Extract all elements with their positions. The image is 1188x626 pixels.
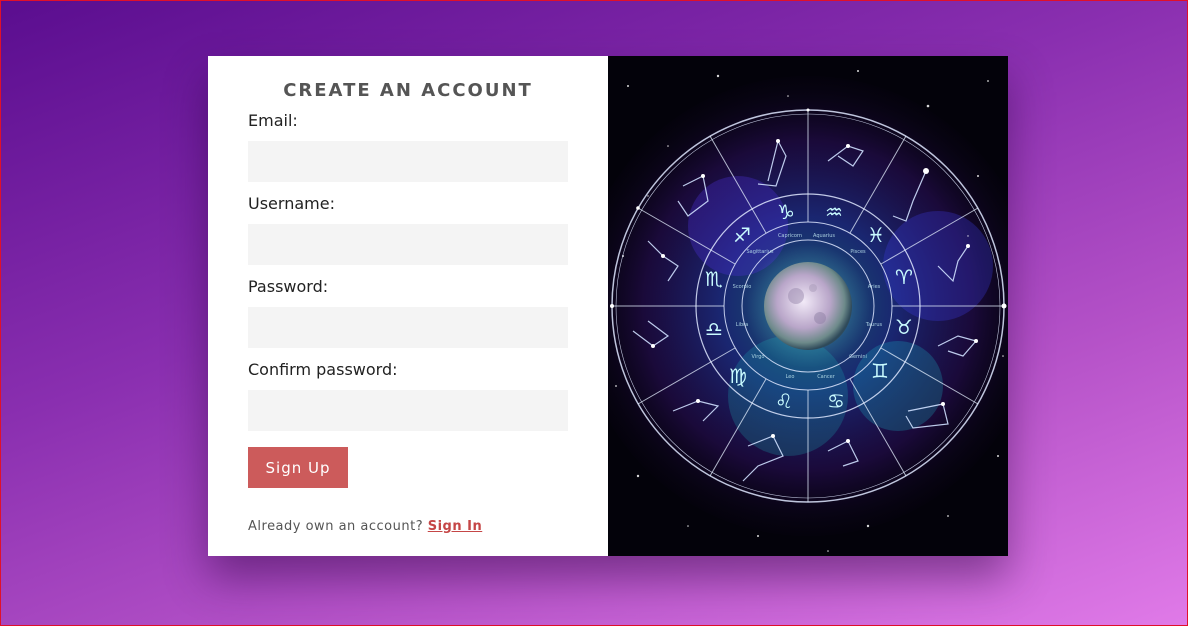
confirm-password-label: Confirm password: [248,360,398,379]
email-field[interactable] [248,141,568,182]
zodiac-wheel-image: ♑ ♒ ♓ ♈ ♉ ♊ ♋ ♌ ♍ ♎ ♏ ♐ Aquarius Caprico… [608,56,1008,556]
svg-text:♌: ♌ [775,389,793,413]
sign-up-button[interactable]: Sign Up [248,447,348,488]
svg-text:♍: ♍ [729,364,747,388]
wheel-label-sagittarius: Sagittarius [746,249,773,255]
confirm-password-field[interactable] [248,390,568,431]
svg-text:♑: ♑ [777,200,795,224]
wheel-label-libra: Libra [736,322,748,328]
svg-text:♏: ♏ [705,267,723,291]
wheel-label-capricorn: Capricorn [778,233,802,239]
wheel-label-pisces: Pisces [850,249,866,255]
svg-text:♊: ♊ [871,359,889,383]
svg-text:♓: ♓ [867,223,885,247]
username-label: Username: [248,194,335,213]
email-label: Email: [248,111,298,130]
zodiac-wheel-graphic: ♑ ♒ ♓ ♈ ♉ ♊ ♋ ♌ ♍ ♎ ♏ ♐ Aquarius Caprico… [608,56,1008,556]
svg-text:♒: ♒ [825,200,843,224]
signup-card: CREATE AN ACCOUNT Email: Username: Passw… [208,56,1008,556]
signin-prompt-text: Already own an account? [248,519,424,534]
wheel-label-aries: Aries [868,284,881,290]
svg-text:♋: ♋ [827,389,845,413]
username-field[interactable] [248,224,568,265]
wheel-label-gemini: Gemini [849,354,867,360]
wheel-label-virgo: Virgo [752,354,765,360]
form-title: CREATE AN ACCOUNT [283,80,533,101]
svg-text:♉: ♉ [895,315,913,339]
svg-text:♈: ♈ [895,265,913,289]
wheel-label-leo: Leo [786,374,795,380]
signin-prompt: Already own an account? Sign In [248,519,482,534]
sign-in-link[interactable]: Sign In [428,519,483,534]
signup-form: CREATE AN ACCOUNT Email: Username: Passw… [208,56,608,556]
svg-text:♐: ♐ [733,223,751,247]
wheel-label-cancer: Cancer [817,374,836,380]
password-label: Password: [248,277,329,296]
svg-text:♎: ♎ [705,317,723,341]
wheel-label-aquarius: Aquarius [813,233,835,239]
password-field[interactable] [248,307,568,348]
